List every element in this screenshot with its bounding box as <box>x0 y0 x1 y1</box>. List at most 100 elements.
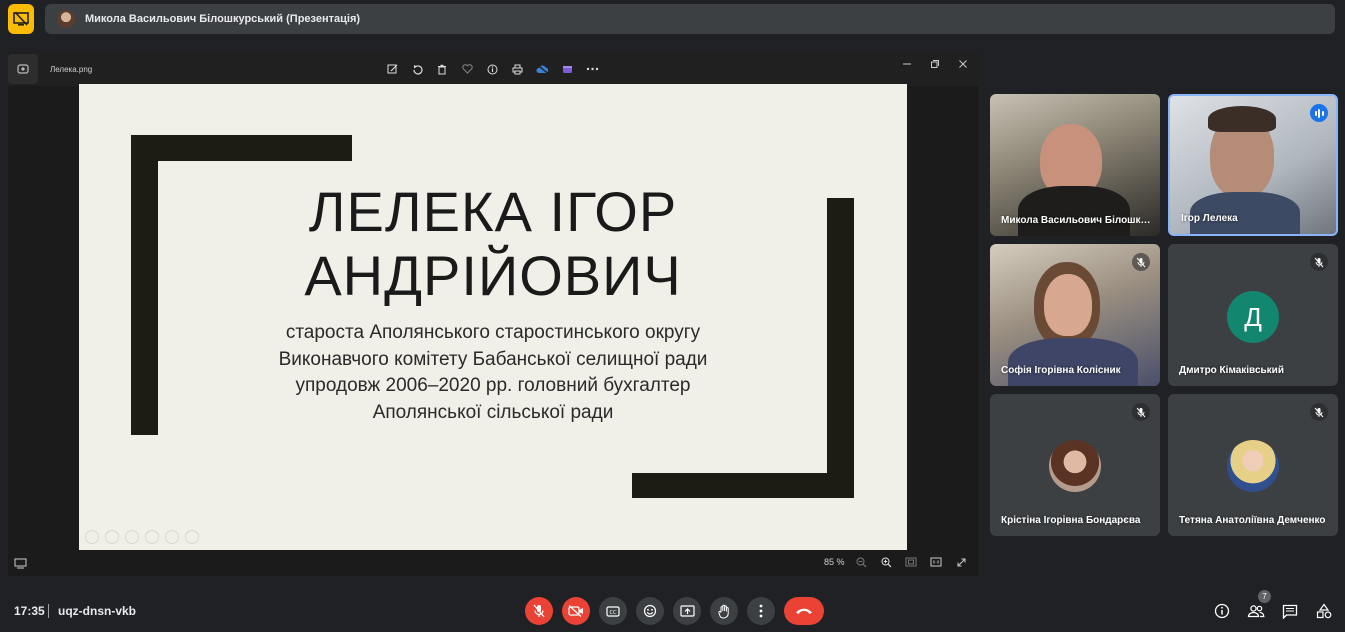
participant-video <box>1044 274 1092 336</box>
call-end-icon <box>796 608 812 614</box>
participant-name: Ігор Лелека <box>1181 213 1238 224</box>
more-options-button[interactable] <box>747 597 775 625</box>
decorative-frame-top-left <box>131 135 352 161</box>
info-icon[interactable] <box>484 61 500 77</box>
restore-icon[interactable] <box>927 56 943 72</box>
faint-overlay-toolbar <box>85 530 199 544</box>
faint-tool-icon <box>85 530 99 544</box>
participant-tile[interactable]: Д Дмитро Кімаківський <box>1168 244 1338 386</box>
delete-icon[interactable] <box>434 61 450 77</box>
heart-icon[interactable] <box>459 61 475 77</box>
viewer-filename: Лелека.png <box>50 65 93 74</box>
participant-count-badge: 7 <box>1258 590 1271 603</box>
window-controls <box>899 56 971 72</box>
participant-tile[interactable]: Микола Васильович Білошку... <box>990 94 1160 236</box>
side-panel-controls <box>1213 601 1333 621</box>
participant-tile[interactable]: Крістіна Ігорівна Бондарєва <box>990 394 1160 536</box>
slide-name-line: ЛЕЛЕКА ІГОР <box>308 180 678 243</box>
minimize-icon[interactable] <box>899 56 915 72</box>
stop-presenting-button[interactable] <box>8 4 34 34</box>
participant-name: Крістіна Ігорівна Бондарєва <box>1001 515 1141 526</box>
avatar <box>57 10 75 28</box>
presenter-title: Микола Васильович Білошкурський (Презент… <box>85 13 361 25</box>
presenter-banner: Микола Васильович Білошкурський (Презент… <box>45 4 1335 34</box>
mic-off-icon <box>533 604 545 618</box>
actual-size-icon[interactable] <box>928 554 944 570</box>
rotate-icon[interactable] <box>409 61 425 77</box>
participant-video-body <box>1018 186 1130 236</box>
camera-off-icon <box>568 605 583 617</box>
participant-tile[interactable]: Тетяна Анатоліївна Демченко <box>1168 394 1338 536</box>
meeting-time: 17:35 <box>14 604 45 618</box>
edit-icon[interactable] <box>384 61 400 77</box>
speaking-indicator-icon <box>1310 104 1328 122</box>
reactions-button[interactable] <box>636 597 664 625</box>
shared-screen: Лелека.png ЛЕЛЕКА ІГОР АНДРІЙОВИЧ старос… <box>8 52 979 576</box>
meeting-controls-bar: 17:35 uqz-dnsn-vkb CC <box>0 592 1345 632</box>
fullscreen-icon[interactable] <box>953 554 969 570</box>
slide-desc-line: Виконавчого комітету Бабанської селищної… <box>278 348 708 370</box>
camera-toggle-button[interactable] <box>562 597 590 625</box>
leave-call-button[interactable] <box>784 597 824 625</box>
participant-video-hair <box>1208 106 1276 132</box>
participant-name: Софія Ігорівна Колісник <box>1001 365 1121 376</box>
mic-off-icon <box>1132 403 1150 421</box>
slide-desc-line: староста Аполянського старостинського ок… <box>285 322 701 343</box>
participant-tile[interactable]: Софія Ігорівна Колісник <box>990 244 1160 386</box>
meeting-code: uqz-dnsn-vkb <box>58 604 136 618</box>
avatar <box>1049 440 1101 492</box>
viewer-statusbar: 85 % <box>8 550 979 576</box>
call-controls: CC <box>525 597 824 625</box>
clipchamp-icon[interactable] <box>559 61 575 77</box>
info-icon <box>1214 603 1230 619</box>
viewer-toolbar <box>384 61 600 77</box>
participant-video-body <box>1008 338 1138 386</box>
avatar <box>1227 440 1279 492</box>
closed-captions-icon: CC <box>606 605 620 617</box>
faint-tool-icon <box>145 530 159 544</box>
captions-button[interactable]: CC <box>599 597 627 625</box>
slide-desc-line: упродовж 2006–2020 рр. головний бухгалте… <box>295 375 691 396</box>
decorative-frame-bottom-right <box>632 473 854 498</box>
present-screen-button[interactable] <box>673 597 701 625</box>
more-vert-icon <box>759 604 763 618</box>
fit-icon[interactable] <box>903 554 919 570</box>
meeting-details-button[interactable] <box>1213 601 1231 621</box>
emoji-icon <box>643 604 657 618</box>
slide-person-name: ЛЕЛЕКА ІГОР АНДРІЙОВИЧ <box>79 180 907 308</box>
faint-tool-icon <box>165 530 179 544</box>
print-icon[interactable] <box>509 61 525 77</box>
zoom-tools <box>853 554 969 570</box>
raise-hand-button[interactable] <box>710 597 738 625</box>
hand-icon <box>717 604 729 618</box>
participant-name: Дмитро Кімаківський <box>1179 365 1284 376</box>
presenting-banner: Микола Васильович Білошкурський (Презент… <box>8 4 1335 34</box>
zoom-out-icon[interactable] <box>853 554 869 570</box>
mic-off-icon <box>1132 253 1150 271</box>
more-icon[interactable] <box>584 61 600 77</box>
zoom-in-icon[interactable] <box>878 554 894 570</box>
mic-toggle-button[interactable] <box>525 597 553 625</box>
chat-button[interactable] <box>1281 601 1299 621</box>
participant-tile-active-speaker[interactable]: Ігор Лелека <box>1168 94 1338 236</box>
faint-tool-icon <box>105 530 119 544</box>
faint-tool-icon <box>125 530 139 544</box>
filmstrip-icon[interactable] <box>14 556 28 570</box>
people-button[interactable] <box>1247 601 1265 621</box>
activities-button[interactable] <box>1315 601 1333 621</box>
zoom-level: 85 % <box>824 557 845 567</box>
svg-text:CC: CC <box>610 610 617 616</box>
participant-name: Микола Васильович Білошку... <box>1001 215 1152 226</box>
slide-description: староста Аполянського старостинського ок… <box>79 320 907 426</box>
photos-app-icon[interactable] <box>8 54 38 84</box>
slide-name-line: АНДРІЙОВИЧ <box>304 244 682 307</box>
present-off-icon <box>13 12 29 26</box>
close-icon[interactable] <box>955 56 971 72</box>
slide-desc-line: Аполянської сільської ради <box>372 401 614 423</box>
participant-name: Тетяна Анатоліївна Демченко <box>1179 515 1326 526</box>
people-icon <box>1247 605 1265 618</box>
divider <box>48 604 49 618</box>
presentation-slide: ЛЕЛЕКА ІГОР АНДРІЙОВИЧ староста Аполянсь… <box>79 84 907 550</box>
cloud-icon[interactable] <box>534 61 550 77</box>
mic-off-icon <box>1310 253 1328 271</box>
